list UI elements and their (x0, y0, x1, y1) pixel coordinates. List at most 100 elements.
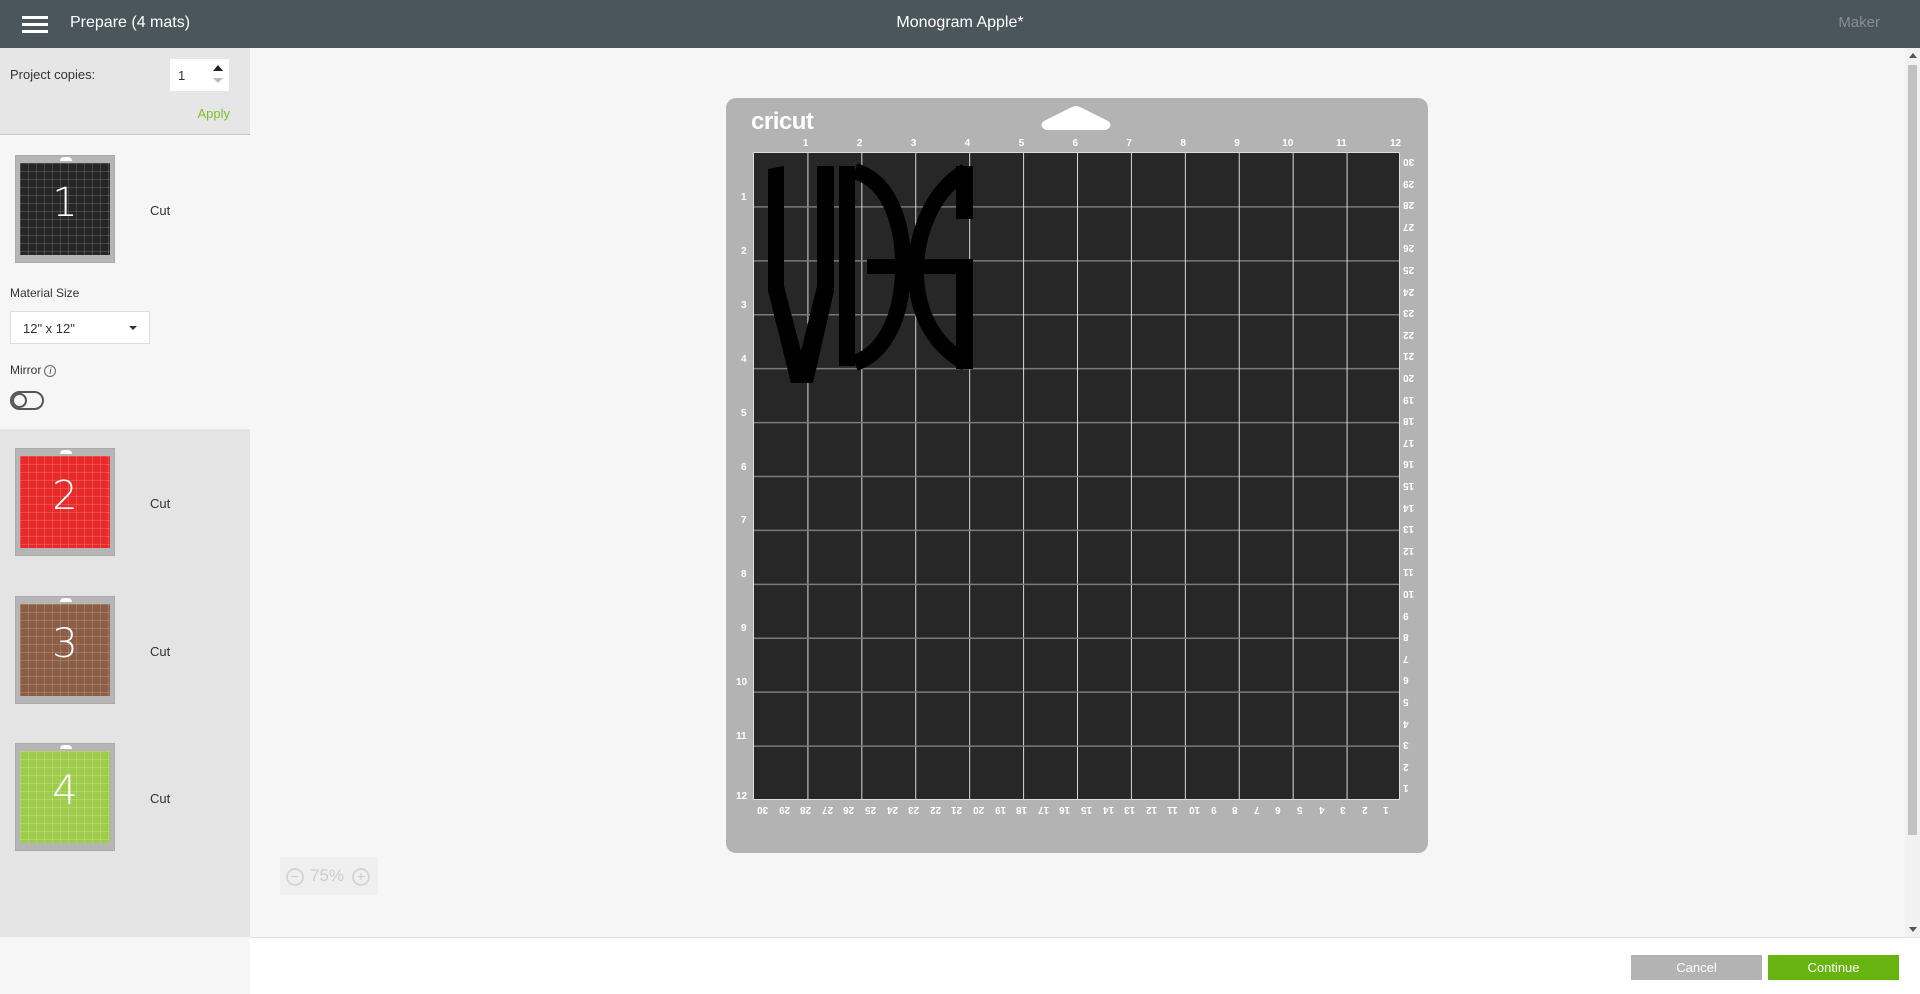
ruler-label: 9 (741, 623, 747, 635)
ruler-label: 11 (736, 731, 747, 743)
continue-button[interactable]: Continue (1768, 955, 1899, 980)
letter-g-bar-left (867, 259, 907, 274)
material-size-label: Material Size (10, 286, 80, 300)
footer-bar: Cancel Continue (250, 937, 1920, 994)
ruler-label: 1 (1403, 782, 1409, 794)
mat-grid (753, 152, 1400, 800)
ruler-label: 5 (1297, 804, 1303, 815)
project-copies-input[interactable]: 1 (170, 59, 229, 91)
ruler-label: 8 (741, 569, 747, 581)
ruler-label: 2 (741, 245, 747, 257)
mat-item-1[interactable]: 1 Cut (0, 155, 250, 275)
ruler-label: 2 (1403, 760, 1409, 772)
mat-sidebar: Project copies: 1 Apply 1 Cut 2 Cut 3 Cut 4 Cut… (0, 48, 250, 994)
ruler-label: 30 (757, 804, 769, 815)
cancel-button[interactable]: Cancel (1631, 955, 1762, 980)
ruler-label: 10 (1189, 804, 1201, 815)
mat-notch (60, 745, 72, 749)
ruler-label: 15 (1081, 804, 1093, 815)
project-copies-label: Project copies: (10, 67, 96, 82)
zoom-level: 75% (310, 866, 345, 885)
decrement-icon[interactable] (213, 78, 223, 83)
ruler-label: 8 (1232, 804, 1238, 815)
ruler-label: 11 (1167, 804, 1178, 815)
zoom-out-icon[interactable]: − (286, 868, 304, 886)
mat-thumbnail[interactable]: 1 (15, 155, 115, 263)
ruler-label: 11 (1336, 138, 1347, 149)
cutting-mat: cricut 1 1 2 2 3 3 4 4 5 5 6 6 7 7 8 8 9 9 10 10 11 11 12 12 30 3… (726, 98, 1428, 853)
ruler-label: 22 (1403, 328, 1415, 340)
apply-button[interactable]: Apply (197, 106, 230, 121)
scroll-down-icon[interactable] (1909, 927, 1917, 932)
ruler-label: 5 (741, 407, 747, 419)
mat-item-2[interactable]: 2 Cut (0, 448, 250, 568)
mat-mode: Cut (150, 791, 171, 806)
top-bar: Prepare (4 mats) Monogram Apple* Maker (0, 0, 1920, 48)
mat-mode: Cut (150, 644, 171, 659)
ruler-label: 16 (1059, 804, 1071, 815)
mat-item-4[interactable]: 4 Cut (0, 743, 250, 863)
ruler-label: 21 (951, 804, 963, 815)
letter-g-top (956, 166, 973, 219)
ruler-label: 10 (736, 677, 748, 689)
ruler-label: 6 (1275, 804, 1281, 815)
ruler-label: 3 (910, 138, 917, 149)
mat-notch (60, 598, 72, 602)
ruler-label: 24 (1403, 285, 1415, 297)
ruler-label: 18 (1403, 415, 1415, 427)
ruler-label: 3 (741, 299, 747, 311)
ruler-label: 6 (1072, 138, 1079, 149)
mat-thumbnail[interactable]: 3 (15, 596, 115, 704)
material-size-value: 12" x 12" (23, 321, 75, 336)
mat-item-3[interactable]: 3 Cut (0, 596, 250, 716)
info-icon[interactable]: i (44, 365, 57, 377)
ruler-label: 27 (821, 804, 833, 815)
mat-thumbnail[interactable]: 2 (15, 448, 115, 556)
machine-name[interactable]: Maker (1838, 14, 1880, 31)
scroll-up-icon[interactable] (1909, 53, 1917, 58)
mat-number: 4 (52, 768, 78, 814)
ruler-label: 9 (1403, 609, 1409, 621)
ruler-label: 28 (1403, 199, 1415, 211)
increment-icon[interactable] (213, 65, 223, 71)
ruler-label: 23 (908, 804, 920, 815)
toggle-knob (12, 393, 27, 408)
mat-notch (60, 450, 72, 454)
ruler-label: 6 (1403, 674, 1409, 686)
mirror-label-text: Mirror (10, 363, 42, 377)
ruler-label: 12 (1403, 544, 1415, 556)
mirror-label: Mirror i (10, 363, 57, 377)
zoom-in-icon[interactable]: + (352, 868, 370, 886)
ruler-label: 4 (964, 138, 971, 149)
material-size-select[interactable]: 12" x 12" (10, 311, 150, 344)
vertical-scrollbar[interactable] (1905, 48, 1920, 937)
ruler-label: 4 (1403, 717, 1409, 729)
ruler-label: 2 (856, 138, 863, 149)
ruler-label: 12 (1145, 804, 1157, 815)
mat-notch (60, 157, 72, 161)
mat-number: 1 (52, 180, 78, 226)
ruler-label: 3 (1340, 804, 1346, 815)
zoom-control: − 75% + (280, 857, 378, 895)
project-name: Monogram Apple* (896, 14, 1024, 31)
ruler-label: 2 (1361, 804, 1368, 815)
ruler-label: 28 (800, 804, 812, 815)
ruler-label: 14 (1102, 804, 1114, 815)
ruler-label: 29 (1403, 177, 1415, 189)
scrollbar-thumb[interactable] (1908, 65, 1917, 835)
ruler-label: 16 (1403, 458, 1415, 470)
mat-thumbnail[interactable]: 4 (15, 743, 115, 851)
ruler-label: 13 (1403, 523, 1415, 535)
ruler-label: 21 (1403, 350, 1415, 362)
cricut-logo: cricut (751, 108, 814, 135)
ruler-label: 4 (1318, 804, 1325, 815)
ruler-label: 7 (741, 515, 747, 527)
ruler-label: 9 (1234, 138, 1240, 149)
ruler-label: 20 (1403, 372, 1415, 383)
mirror-toggle[interactable] (10, 391, 44, 410)
monogram-vgs[interactable] (768, 163, 973, 383)
ruler-label: 7 (1403, 652, 1409, 664)
ruler-label: 8 (1403, 631, 1409, 643)
ruler-label: 8 (1180, 138, 1186, 149)
ruler-label: 22 (929, 804, 941, 815)
